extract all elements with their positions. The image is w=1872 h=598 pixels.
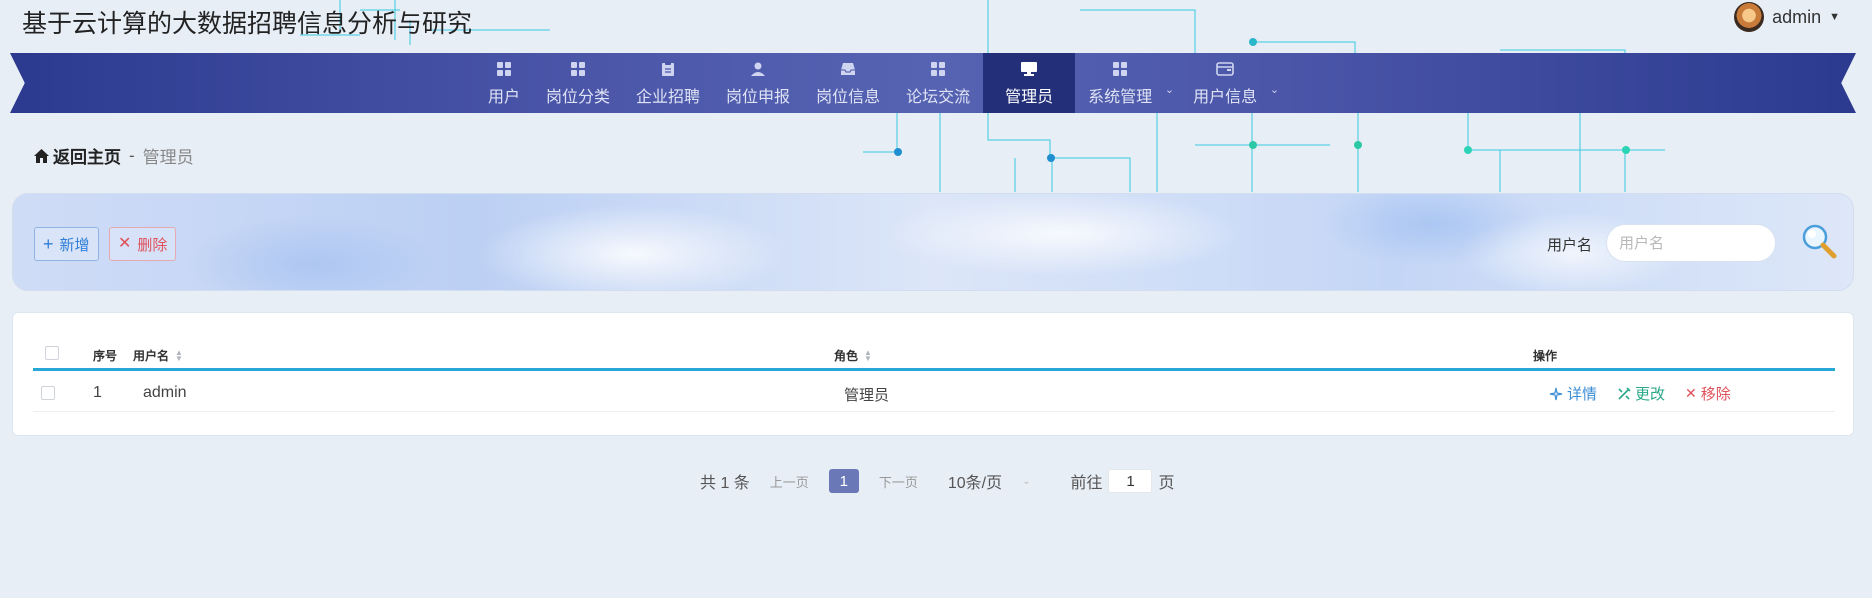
- sparkle-icon: [1549, 387, 1563, 400]
- header-username-label: 用户名: [133, 349, 170, 363]
- edit-label: 更改: [1635, 386, 1666, 403]
- nav-item-label: 管理员: [1005, 88, 1054, 106]
- detail-label: 详情: [1567, 386, 1598, 403]
- search-panel: + 新增 ✕ 删除 用户名: [12, 193, 1854, 291]
- delete-button[interactable]: ✕ 删除: [109, 227, 177, 261]
- breadcrumb-separator: -: [129, 145, 135, 165]
- nav-items: 用户 岗位分类 企业招聘 岗位申报 岗位信息 论坛交流 管理员 系统管理 ⌄ 用…: [475, 53, 1285, 113]
- header-role[interactable]: 角色 ▲ ▼: [834, 347, 872, 364]
- nav-item-label: 论坛交流: [906, 88, 971, 106]
- nav-item-admin[interactable]: 管理员: [983, 53, 1076, 113]
- nav-item-label: 岗位分类: [546, 88, 611, 106]
- caret-down-icon: ▼: [1829, 11, 1840, 23]
- close-icon: ✕: [118, 235, 132, 252]
- detail-button[interactable]: 详情: [1549, 383, 1597, 404]
- nav-item-job-category[interactable]: 岗位分类: [533, 53, 623, 113]
- nav-item-user-info[interactable]: 用户信息 ⌄: [1180, 53, 1285, 113]
- magnifier-icon: [1802, 224, 1837, 259]
- goto-page: 前往 页: [1070, 469, 1175, 493]
- grid-icon: [495, 60, 513, 78]
- search-label: 用户名: [1547, 237, 1593, 254]
- monitor-icon: [1020, 60, 1038, 78]
- nav-item-forum[interactable]: 论坛交流: [893, 53, 983, 113]
- clipboard-icon: [659, 60, 677, 78]
- select-all-checkbox[interactable]: [45, 346, 59, 360]
- nav-item-job-info[interactable]: 岗位信息: [803, 53, 893, 113]
- prev-page-button[interactable]: 上一页: [770, 472, 809, 491]
- goto-page-input[interactable]: [1108, 469, 1153, 493]
- site-title: 基于云计算的大数据招聘信息分析与研究: [22, 10, 473, 38]
- nav-item-label: 岗位信息: [816, 88, 881, 106]
- cell-index: 1: [93, 384, 102, 401]
- chevron-down-icon: ⌄: [1164, 84, 1175, 96]
- grid-icon: [929, 60, 947, 78]
- page-number-current[interactable]: 1: [828, 469, 859, 493]
- wallet-icon: [1216, 60, 1234, 78]
- avatar: [1734, 2, 1765, 32]
- next-page-button[interactable]: 下一页: [879, 472, 918, 491]
- add-button-label: 新增: [59, 236, 90, 254]
- nav-item-label: 企业招聘: [636, 88, 701, 106]
- remove-button[interactable]: ✕ 移除: [1685, 383, 1731, 404]
- sort-icon: ▲ ▼: [175, 347, 183, 363]
- tray-icon: [839, 60, 857, 78]
- breadcrumb-home[interactable]: 返回主页: [34, 143, 121, 168]
- breadcrumb-home-label: 返回主页: [53, 148, 121, 167]
- nav-item-company-recruit[interactable]: 企业招聘: [623, 53, 713, 113]
- table-header: 序号 用户名 ▲ ▼ 角色 ▲ ▼ 操作: [33, 335, 1835, 371]
- delete-button-label: 删除: [137, 236, 168, 254]
- breadcrumb-current: 管理员: [142, 148, 194, 167]
- close-icon: ✕: [1685, 385, 1697, 401]
- header-index: 序号: [93, 349, 118, 363]
- header: 基于云计算的大数据招聘信息分析与研究 admin ▼: [0, 0, 1872, 52]
- nav-item-label: 岗位申报: [726, 88, 791, 106]
- tools-icon: [1618, 386, 1631, 400]
- goto-suffix: 页: [1158, 475, 1175, 492]
- nav-item-label: 系统管理: [1088, 88, 1153, 106]
- grid-icon: [1111, 60, 1129, 78]
- username-search-input[interactable]: [1606, 224, 1776, 262]
- data-table: 序号 用户名 ▲ ▼ 角色 ▲ ▼ 操作 1 admin 管理员 详情 更改 ✕ 移…: [12, 312, 1854, 436]
- edit-button[interactable]: 更改: [1617, 383, 1665, 404]
- chevron-down-icon: ⌄: [1022, 475, 1031, 487]
- cell-role: 管理员: [844, 387, 890, 404]
- nav-item-label: 用户: [488, 88, 521, 106]
- grid-icon: [569, 60, 587, 78]
- main-nav: 用户 岗位分类 企业招聘 岗位申报 岗位信息 论坛交流 管理员 系统管理 ⌄ 用…: [10, 53, 1856, 113]
- remove-label: 移除: [1700, 386, 1731, 403]
- nav-item-label: 用户信息: [1193, 88, 1258, 106]
- user-name: admin: [1772, 6, 1822, 27]
- table-row: 1 admin 管理员 详情 更改 ✕ 移除: [33, 374, 1835, 412]
- user-menu[interactable]: admin ▼: [1734, 2, 1840, 32]
- user-icon: [749, 60, 767, 78]
- header-actions: 操作: [1533, 349, 1558, 363]
- nav-item-job-apply[interactable]: 岗位申报: [713, 53, 803, 113]
- chevron-down-icon: ⌄: [1269, 84, 1280, 96]
- plus-icon: +: [43, 234, 54, 254]
- breadcrumb: 返回主页 - 管理员: [34, 143, 194, 168]
- nav-item-users[interactable]: 用户: [475, 53, 533, 113]
- search-button[interactable]: [1799, 222, 1839, 262]
- row-checkbox[interactable]: [41, 386, 55, 400]
- goto-prefix: 前往: [1070, 475, 1103, 492]
- sort-icon: ▲ ▼: [864, 347, 872, 363]
- header-role-label: 角色: [834, 349, 859, 363]
- pagination: 共 1 条 上一页 1 下一页 10条/页 ⌄ 前往 页: [700, 468, 1175, 494]
- page-size-select[interactable]: 10条/页 ⌄: [948, 469, 1031, 493]
- header-username[interactable]: 用户名 ▲ ▼: [133, 347, 183, 364]
- nav-item-system[interactable]: 系统管理 ⌄: [1075, 53, 1180, 113]
- page-size-value: 10条/页: [947, 475, 1003, 492]
- cell-username: admin: [143, 384, 187, 401]
- add-button[interactable]: + 新增: [34, 227, 99, 261]
- home-icon: [34, 148, 49, 163]
- pagination-total: 共 1 条: [700, 475, 750, 492]
